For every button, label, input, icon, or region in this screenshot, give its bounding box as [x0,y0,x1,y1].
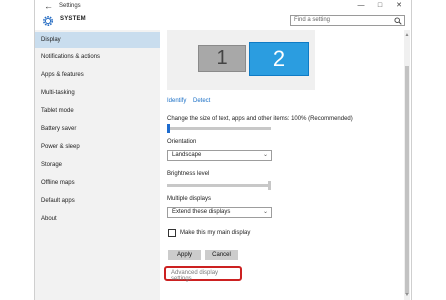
sidebar-item-offline-maps[interactable]: Offline maps [35,175,160,191]
close-button[interactable]: ✕ [392,0,406,12]
back-arrow-icon[interactable]: ← [44,0,53,12]
scrollbar[interactable]: ▲ ▼ [404,30,410,300]
sidebar-item-label: Multi-tasking [41,90,75,96]
sidebar-item-label: Tablet mode [41,108,74,114]
monitor-2[interactable]: 2 [249,42,309,76]
search-icon[interactable] [394,17,402,25]
header: SYSTEM Find a setting [35,12,411,30]
advanced-display-settings-highlight: Advanced display settings [164,266,242,282]
sidebar-item-label: Notifications & actions [41,54,101,60]
scrollbar-thumb[interactable] [405,66,409,294]
orientation-dropdown[interactable]: Landscape ⌄ [167,150,272,161]
cancel-button[interactable]: Cancel [205,250,238,260]
minimize-button[interactable]: — [354,0,368,12]
maximize-button[interactable]: □ [373,0,387,12]
sidebar-item-label: Display [41,37,61,43]
scroll-down-icon[interactable]: ▼ [404,292,410,298]
brightness-label: Brightness level [167,171,210,177]
sidebar-item-tablet-mode[interactable]: Tablet mode [35,103,160,119]
sidebar-item-label: Storage [41,162,63,168]
sidebar: Display Notifications & actions Apps & f… [35,30,160,300]
search-placeholder: Find a setting [294,17,331,23]
orientation-label: Orientation [167,139,197,145]
settings-window: ← Settings — □ ✕ SYSTEM Find a setting D… [34,0,412,300]
monitor-number: 2 [272,46,286,71]
scroll-up-icon[interactable]: ▲ [404,32,410,38]
brightness-slider[interactable] [167,181,271,190]
search-input[interactable]: Find a setting [290,15,405,26]
identify-link[interactable]: Identify [167,98,186,104]
slider-knob[interactable] [167,124,170,133]
scale-slider[interactable] [167,124,271,133]
monitor-number: 1 [216,47,228,69]
sidebar-item-about[interactable]: About [35,211,160,227]
display-arrangement-preview: 1 2 [167,30,315,90]
sidebar-item-apps-features[interactable]: Apps & features [35,67,160,83]
sidebar-item-display[interactable]: Display [35,32,160,48]
section-title: SYSTEM [60,16,86,22]
scale-label: Change the size of text, apps and other … [167,116,353,122]
main-display-checkbox[interactable] [168,229,176,237]
gear-icon [43,16,53,26]
sidebar-item-label: Default apps [41,198,75,204]
multiple-displays-dropdown[interactable]: Extend these displays ⌄ [167,207,272,218]
dropdown-value: Landscape [172,152,202,158]
sidebar-item-label: Apps & features [41,72,84,78]
sidebar-item-notifications[interactable]: Notifications & actions [35,49,160,65]
slider-knob[interactable] [268,181,271,190]
chevron-down-icon: ⌄ [262,152,268,158]
window-title: Settings [59,3,81,9]
display-settings-panel: 1 2 Identify Detect Change the size of t… [160,30,400,300]
monitor-1[interactable]: 1 [198,45,246,72]
sidebar-item-label: Battery saver [41,126,77,132]
multiple-displays-label: Multiple displays [167,196,212,202]
main-display-label: Make this my main display [180,230,251,236]
sidebar-item-multitasking[interactable]: Multi-tasking [35,85,160,101]
sidebar-item-label: About [41,216,57,222]
detect-link[interactable]: Detect [193,98,210,104]
sidebar-item-battery-saver[interactable]: Battery saver [35,121,160,137]
dropdown-value: Extend these displays [172,209,231,215]
chevron-down-icon: ⌄ [262,209,268,215]
apply-button[interactable]: Apply [168,250,201,260]
sidebar-item-default-apps[interactable]: Default apps [35,193,160,209]
sidebar-item-power-sleep[interactable]: Power & sleep [35,139,160,155]
sidebar-item-label: Power & sleep [41,144,80,150]
sidebar-item-storage[interactable]: Storage [35,157,160,173]
title-bar: ← Settings — □ ✕ [35,0,411,12]
sidebar-item-label: Offline maps [41,180,75,186]
advanced-display-settings-link[interactable]: Advanced display settings [171,270,240,282]
